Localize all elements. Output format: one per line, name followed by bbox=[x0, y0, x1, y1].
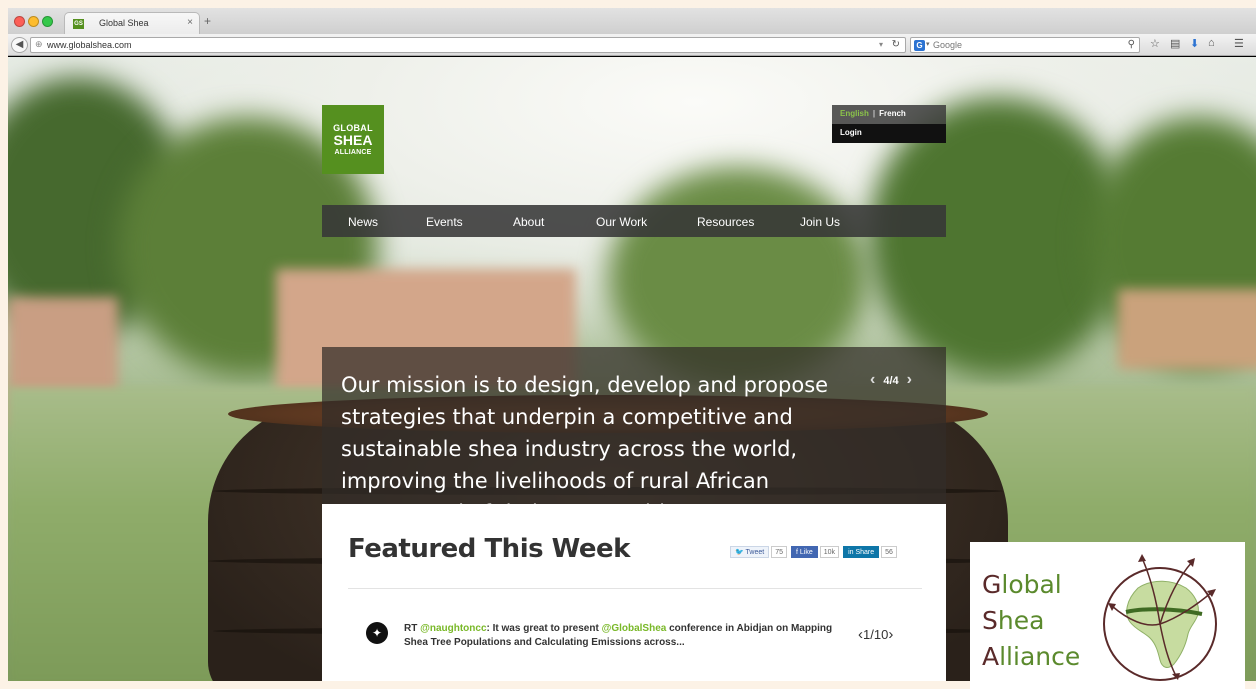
nav-our-work[interactable]: Our Work bbox=[596, 215, 647, 229]
bookmarks-icon[interactable]: ▤ bbox=[1170, 37, 1180, 50]
share-count: 56 bbox=[881, 546, 897, 558]
slider-position: 4/4 bbox=[883, 375, 899, 387]
minimize-window-button[interactable] bbox=[28, 16, 39, 27]
brand-initial-a: A bbox=[982, 642, 1000, 671]
download-icon[interactable]: ⬇ bbox=[1190, 37, 1199, 50]
back-button[interactable]: ◀ bbox=[11, 37, 28, 53]
tweet-position: 1/10 bbox=[863, 627, 889, 642]
brand-rest-shea: hea bbox=[997, 606, 1045, 635]
africa-globe-icon bbox=[1103, 554, 1217, 681]
nav-about[interactable]: About bbox=[513, 215, 544, 229]
twitter-icon: ✦ bbox=[366, 622, 388, 644]
search-placeholder: Google bbox=[933, 40, 963, 50]
language-french-link[interactable]: French bbox=[879, 109, 906, 118]
tab-title: Global Shea bbox=[99, 18, 149, 28]
history-dropdown-icon[interactable]: ▾ bbox=[879, 40, 883, 49]
tweet-prefix: RT bbox=[404, 623, 421, 634]
tweet-mention-link[interactable]: @GlobalShea bbox=[602, 623, 667, 634]
reload-icon[interactable]: ↻ bbox=[892, 39, 900, 50]
facebook-like-button[interactable]: f Like bbox=[791, 546, 818, 558]
featured-section: Featured This Week 🐦 Tweet 75 f Like 10k in … bbox=[322, 504, 946, 681]
tweet-part1: : It was great to present bbox=[486, 623, 602, 634]
logo-line-global: GLOBAL bbox=[333, 122, 373, 133]
brand-initial-s: S bbox=[982, 606, 998, 635]
tab-close-icon[interactable]: × bbox=[187, 17, 193, 28]
brand-word-alliance: Alliance bbox=[982, 642, 1080, 671]
new-tab-button[interactable]: + bbox=[204, 14, 211, 28]
nav-join-us[interactable]: Join Us bbox=[800, 215, 840, 229]
brand-initial-g: G bbox=[982, 570, 1002, 599]
share-label: Share bbox=[855, 549, 875, 556]
logo-line-alliance: ALLIANCE bbox=[334, 148, 372, 156]
language-row: English | French bbox=[832, 105, 946, 124]
brand-logo-overlay: Global Shea Alliance bbox=[970, 542, 1245, 689]
share-buttons: 🐦 Tweet 75 f Like 10k in Share 56 bbox=[730, 546, 901, 560]
background-hut bbox=[1118, 289, 1256, 369]
login-link[interactable]: Login bbox=[832, 124, 946, 143]
slider-pager: ‹ 4/4 › bbox=[862, 371, 920, 389]
slider-next-icon[interactable]: › bbox=[907, 371, 912, 388]
featured-divider bbox=[348, 588, 922, 589]
site-logo[interactable]: GLOBAL SHEA ALLIANCE bbox=[322, 105, 384, 174]
tweet-handle-link[interactable]: @naughtoncc bbox=[420, 623, 486, 634]
brand-rest-alliance: lliance bbox=[999, 642, 1081, 671]
tweet-count: 75 bbox=[771, 546, 788, 558]
language-separator: | bbox=[872, 109, 876, 118]
mission-clip: Our mission is to design, develop and pr… bbox=[322, 347, 946, 505]
mission-statement: Our mission is to design, develop and pr… bbox=[341, 373, 829, 505]
tab-bar: GS Global Shea × + bbox=[8, 8, 1256, 34]
tweet-next-icon[interactable]: › bbox=[888, 626, 893, 643]
search-bar[interactable]: G ▾ Google ⚲ bbox=[910, 37, 1140, 53]
nav-events[interactable]: Events bbox=[426, 215, 463, 229]
language-switcher: English | French Login bbox=[832, 105, 946, 143]
tweet-text: RT @naughtoncc: It was great to present … bbox=[404, 622, 844, 650]
brand-word-shea: Shea bbox=[982, 606, 1044, 635]
featured-title: Featured This Week bbox=[348, 534, 630, 564]
tweet-label: Tweet bbox=[745, 549, 765, 556]
favicon-icon: GS bbox=[73, 19, 84, 29]
zoom-window-button[interactable] bbox=[42, 16, 53, 27]
logo-line-shea: SHEA bbox=[333, 131, 373, 148]
tweet-button[interactable]: 🐦 Tweet bbox=[730, 546, 770, 558]
linkedin-share-button[interactable]: in Share bbox=[843, 546, 880, 558]
slider-prev-icon[interactable]: ‹ bbox=[870, 371, 875, 388]
browser-toolbar: ◀ ⊕ www.globalshea.com ▾ ↻ G ▾ Google ⚲ bbox=[8, 34, 1256, 56]
nav-resources[interactable]: Resources bbox=[697, 215, 754, 229]
search-engine-icon[interactable]: G bbox=[914, 40, 925, 51]
site-identity-icon[interactable]: ⊕ bbox=[35, 39, 43, 50]
home-icon[interactable]: ⌂ bbox=[1208, 37, 1215, 49]
main-navigation: News Events About Our Work Resources Joi… bbox=[322, 205, 946, 237]
twitter-bird-icon: 🐦 bbox=[735, 549, 746, 556]
tweet-pager: ‹1/10› bbox=[858, 626, 893, 643]
engine-dropdown-icon[interactable]: ▾ bbox=[926, 40, 930, 48]
close-window-button[interactable] bbox=[14, 16, 25, 27]
mission-slider: Our mission is to design, develop and pr… bbox=[322, 347, 946, 505]
address-bar[interactable]: ⊕ www.globalshea.com ▾ ↻ bbox=[30, 37, 906, 53]
browser-tab[interactable]: GS Global Shea × bbox=[64, 12, 200, 34]
menu-icon[interactable]: ☰ bbox=[1234, 37, 1244, 50]
nav-news[interactable]: News bbox=[348, 215, 378, 229]
brand-word-global: Global bbox=[982, 570, 1062, 599]
like-count: 10k bbox=[819, 546, 840, 558]
star-icon[interactable]: ☆ bbox=[1150, 37, 1160, 50]
search-icon[interactable]: ⚲ bbox=[1128, 39, 1135, 50]
like-label: Like bbox=[799, 549, 813, 556]
language-english-link[interactable]: English bbox=[840, 109, 869, 118]
brand-rest-global: lobal bbox=[1001, 570, 1062, 599]
url-text: www.globalshea.com bbox=[47, 40, 132, 50]
